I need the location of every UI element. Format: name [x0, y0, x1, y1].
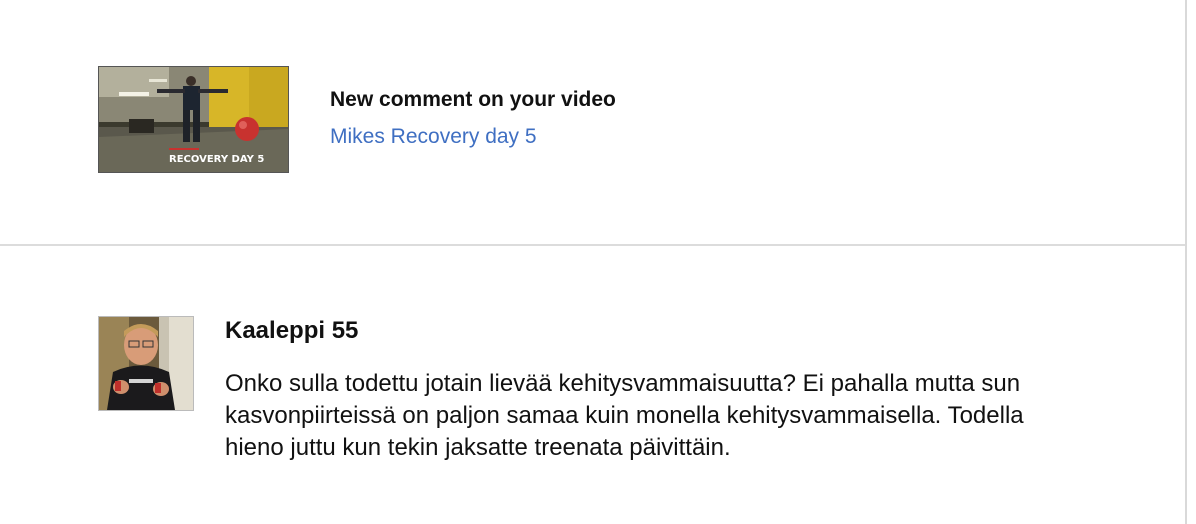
thumbnail-overlay-text: RECOVERY DAY 5: [169, 154, 264, 165]
avatar-image: [99, 317, 193, 410]
notification-header: RECOVERY DAY 5 New comment on your video…: [0, 0, 1186, 244]
comment-text: Onko sulla todettu jotain lievää kehitys…: [225, 370, 1024, 461]
notification-title: New comment on your video: [330, 88, 616, 111]
window-edge: [1187, 0, 1196, 524]
comment-author[interactable]: Kaaleppi 55: [225, 317, 358, 345]
video-thumbnail-image: RECOVERY DAY 5: [99, 67, 288, 172]
notification-panel: RECOVERY DAY 5 New comment on your video…: [0, 0, 1186, 524]
commenter-avatar[interactable]: [98, 316, 194, 411]
video-thumbnail[interactable]: RECOVERY DAY 5: [98, 66, 289, 173]
video-title-link[interactable]: Mikes Recovery day 5: [330, 125, 537, 149]
